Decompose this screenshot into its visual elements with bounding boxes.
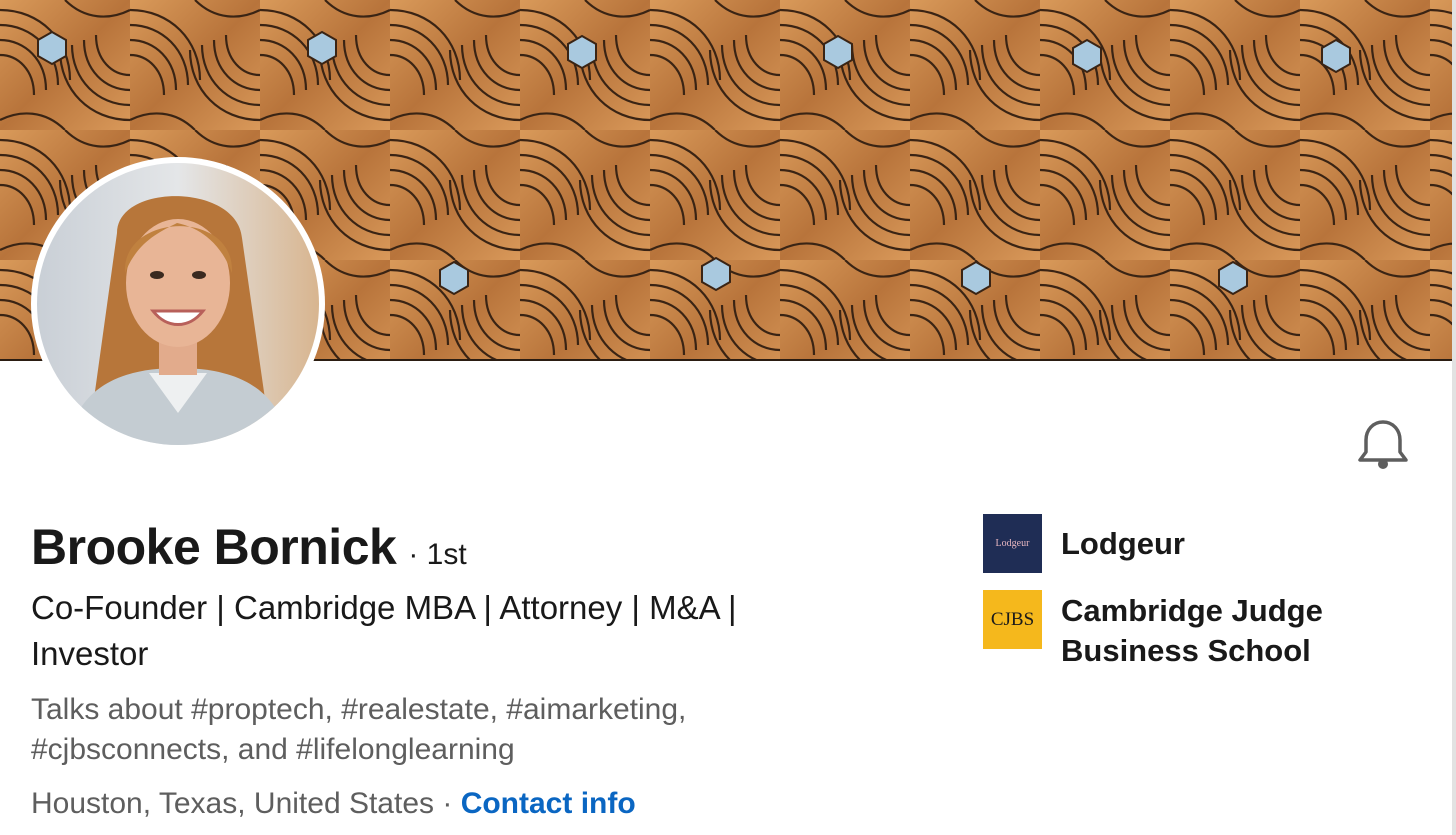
talks-about: Talks about #proptech, #realestate, #aim… xyxy=(31,693,687,766)
org-lodgeur[interactable]: Lodgeur Lodgeur xyxy=(983,514,1185,573)
profile-name: Brooke Bornick xyxy=(31,519,397,575)
profile-location: Houston, Texas, United States xyxy=(31,787,435,820)
profile-card: Brooke Bornick · 1st Co-Founder | Cambri… xyxy=(0,0,1456,835)
location-separator: · xyxy=(434,787,461,820)
profile-avatar[interactable] xyxy=(31,157,325,451)
bell-icon[interactable] xyxy=(1355,418,1411,470)
org-name-lodgeur: Lodgeur xyxy=(1061,526,1185,561)
connection-degree: · 1st xyxy=(408,538,467,571)
cjbs-logo: CJBS xyxy=(983,590,1042,649)
name-row: Brooke Bornick · 1st xyxy=(31,518,467,576)
profile-headline: Co-Founder | Cambridge MBA | Attorney | … xyxy=(31,589,737,672)
page-scroll-edge xyxy=(1452,0,1456,835)
contact-info-link[interactable]: Contact info xyxy=(461,787,636,820)
org-cjbs[interactable]: CJBS Cambridge Judge Business School xyxy=(983,590,1361,671)
location-row: Houston, Texas, United States · Contact … xyxy=(31,784,636,824)
org-name-cjbs: Cambridge Judge Business School xyxy=(1061,593,1323,668)
lodgeur-logo: Lodgeur xyxy=(983,514,1042,573)
